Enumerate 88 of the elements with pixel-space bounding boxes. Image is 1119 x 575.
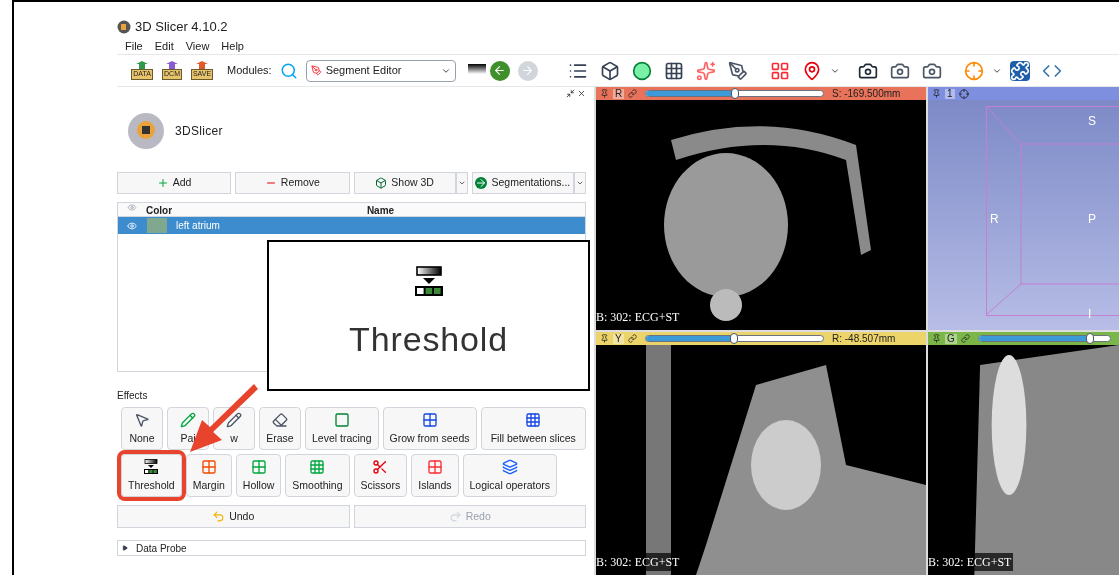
grid-icon <box>250 459 267 475</box>
search-icon[interactable] <box>279 61 298 80</box>
view-letter: Y <box>613 333 624 344</box>
grid-icon <box>525 412 542 428</box>
view-letter: G <box>945 333 957 344</box>
pointer-icon <box>134 412 150 428</box>
grid-icon <box>426 459 443 475</box>
module-dropdown[interactable]: Segment Editor <box>305 59 456 82</box>
undo-icon <box>212 510 226 523</box>
app-logo-icon <box>117 20 131 34</box>
caret-icon <box>457 179 466 187</box>
window-title: 3D Slicer 4.10.2 <box>135 18 228 37</box>
slice-slider[interactable] <box>645 90 824 97</box>
scan-label: B: 302: ECG+ST <box>928 553 1014 571</box>
effect-button[interactable]: Erase <box>259 407 301 450</box>
undo-button[interactable]: Undo <box>117 505 350 528</box>
segment-button[interactable]: Add <box>117 172 232 194</box>
triangle-icon <box>122 545 128 551</box>
scan-label: B: 302: ECG+ST <box>596 553 682 571</box>
effect-button[interactable]: Hollow <box>235 454 282 497</box>
slice-slider[interactable] <box>644 335 824 342</box>
link-icon[interactable] <box>627 334 637 343</box>
folder-icon <box>165 61 179 70</box>
scissors-icon <box>372 459 389 475</box>
data-probe-header[interactable]: Data Probe <box>117 540 586 556</box>
view-letter: 1 <box>945 88 955 99</box>
folder-icon <box>195 61 209 70</box>
pin-icon[interactable] <box>932 334 941 343</box>
pencil-icon <box>226 412 242 428</box>
threshold-icon <box>143 459 160 475</box>
pencil-icon <box>180 412 196 428</box>
logo-text: 3DSlicer <box>175 123 223 140</box>
arrow-right-icon <box>521 64 535 77</box>
segment-name: left atrium <box>176 219 220 233</box>
menu-item[interactable]: File <box>125 38 143 54</box>
arrow-left-icon <box>493 64 507 77</box>
pin-icon[interactable] <box>932 89 941 98</box>
segment-row[interactable]: left atrium <box>118 217 585 234</box>
segment-button[interactable]: Remove <box>235 172 350 194</box>
effect-button[interactable]: Fill between slices <box>480 407 586 450</box>
effect-button[interactable]: Level tracing <box>305 407 379 450</box>
float-icon[interactable] <box>566 89 575 98</box>
link-icon[interactable] <box>628 89 638 98</box>
slice-slider[interactable] <box>977 335 1111 342</box>
axis-label: P <box>1088 211 1096 228</box>
callout-label: Threshold <box>349 319 508 360</box>
effect-button[interactable]: Grow from seeds <box>382 407 477 450</box>
pen-icon <box>310 65 322 76</box>
slice-offset: R: -48.507mm <box>832 332 897 346</box>
grid-icon <box>309 459 326 475</box>
view-letter: R <box>613 88 625 99</box>
pin-icon[interactable] <box>600 334 609 343</box>
square-icon <box>333 412 350 428</box>
layers-icon <box>501 459 518 475</box>
axis-label: R <box>990 211 999 228</box>
menu-item[interactable]: View <box>185 38 210 54</box>
redo-icon <box>448 510 462 523</box>
cube-icon <box>375 177 388 189</box>
grid-icon <box>421 412 438 428</box>
menu-item[interactable]: Edit <box>154 38 174 54</box>
effect-button[interactable]: Margin <box>185 454 232 497</box>
threshold-icon <box>412 266 445 298</box>
menu-item[interactable]: Help <box>221 38 244 54</box>
grid-icon <box>200 459 217 475</box>
folder-icon <box>135 61 149 70</box>
column-header: Name <box>365 204 396 216</box>
back-button[interactable] <box>489 60 510 81</box>
axis-label: I <box>1088 306 1092 323</box>
close-icon[interactable] <box>577 89 586 98</box>
axis-label: S <box>1088 113 1096 130</box>
effect-button[interactable]: Scissors <box>353 454 408 497</box>
effect-button[interactable]: None <box>121 407 163 450</box>
column-header: Color <box>146 204 174 216</box>
link-icon[interactable] <box>960 334 970 343</box>
eye-icon[interactable] <box>127 220 137 231</box>
effect-button[interactable]: Islands <box>411 454 459 497</box>
plus-icon <box>156 177 169 189</box>
effect-button[interactable]: Smoothing <box>285 454 350 497</box>
caret-icon <box>576 179 584 187</box>
slice-offset: S: -169.500mm <box>832 87 902 101</box>
modules-label: Modules: <box>227 63 272 79</box>
pin-icon[interactable] <box>600 89 609 98</box>
segment-button[interactable]: Segmentations... <box>471 172 574 194</box>
crosshair-icon[interactable] <box>958 88 969 99</box>
section-title: Effects <box>117 389 149 403</box>
segment-button[interactable]: Show 3D <box>353 172 456 194</box>
eraser-icon <box>272 412 288 428</box>
effect-button[interactable]: Logical operators <box>462 454 558 497</box>
